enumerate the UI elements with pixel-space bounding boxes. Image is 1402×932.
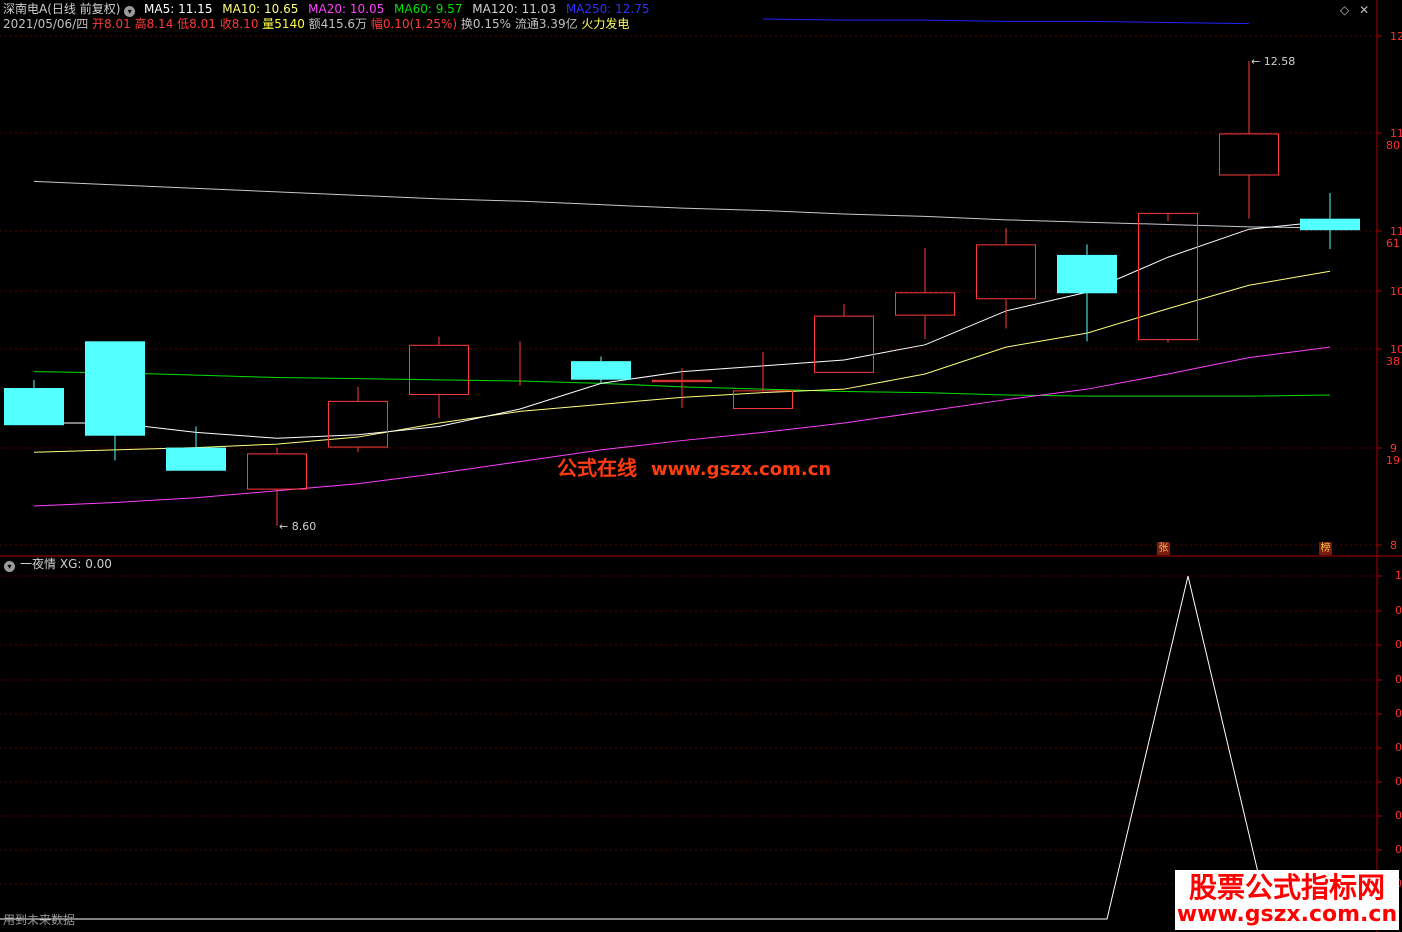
indicator-value: XG: 0.00 <box>59 557 112 571</box>
axis-label: 19 <box>1386 454 1400 467</box>
indicator-axis-label: 0 <box>1395 775 1402 788</box>
candle-body <box>1300 218 1360 231</box>
axis-label: 10 <box>1390 285 1402 298</box>
candle-body <box>409 344 469 396</box>
candle-body <box>895 292 955 316</box>
candle-body <box>814 315 874 373</box>
high-price-label: ← 12.58 <box>1251 55 1295 68</box>
indicator-name[interactable]: 一夜情 <box>20 557 56 571</box>
watermark-cn: 公式在线 <box>557 456 637 480</box>
zhang-badge[interactable]: 张 <box>1157 542 1170 555</box>
watermark: 公式在线 www.gszx.com.cn <box>557 452 831 481</box>
low-price-label: ← 8.60 <box>279 520 316 533</box>
indicator-axis-label: 0 <box>1395 741 1402 754</box>
axis-label: 38 <box>1386 355 1400 368</box>
indicator-header: ▾ 一夜情 XG: 0.00 <box>4 557 112 572</box>
indicator-dropdown-icon[interactable]: ▾ <box>4 561 15 572</box>
indicator-axis-label: 0 <box>1395 638 1402 651</box>
future-data-note: 用到未来数据 <box>3 913 76 927</box>
candle-body <box>4 388 64 426</box>
axis-label: 80 <box>1386 139 1400 152</box>
axis-label: 61 <box>1386 237 1400 250</box>
bang-badge[interactable]: 榜 <box>1319 542 1332 555</box>
indicator-axis-label: 0 <box>1395 843 1402 856</box>
ma250-line <box>762 18 1250 25</box>
ma120-line <box>33 180 1331 229</box>
candle-body <box>1138 212 1198 341</box>
indicator-axis-label: 1 <box>1395 569 1402 582</box>
candle-body <box>571 361 631 380</box>
axis-label: 12 <box>1390 30 1402 43</box>
indicator-axis-label: 0 <box>1395 707 1402 720</box>
watermark-url: www.gszx.com.cn <box>651 459 832 480</box>
indicator-axis-label: 0 <box>1395 604 1402 617</box>
candle-body <box>166 447 226 471</box>
candle-body <box>1219 133 1279 176</box>
candle-body <box>652 379 712 383</box>
candle-body <box>1057 254 1117 294</box>
ma10-line <box>33 270 1331 453</box>
indicator-axis-label: 0 <box>1395 809 1402 822</box>
candle-body <box>85 341 145 436</box>
brand-title: 股票公式指标网 <box>1188 871 1385 904</box>
brand-banner: 股票公式指标网 www.gszx.com.cn <box>1175 870 1399 930</box>
candle-body <box>247 453 307 490</box>
axis-label: 8 <box>1390 539 1397 552</box>
brand-url: www.gszx.com.cn <box>1176 902 1398 927</box>
indicator-axis-label: 0 <box>1395 673 1402 686</box>
candle-body <box>328 400 388 448</box>
